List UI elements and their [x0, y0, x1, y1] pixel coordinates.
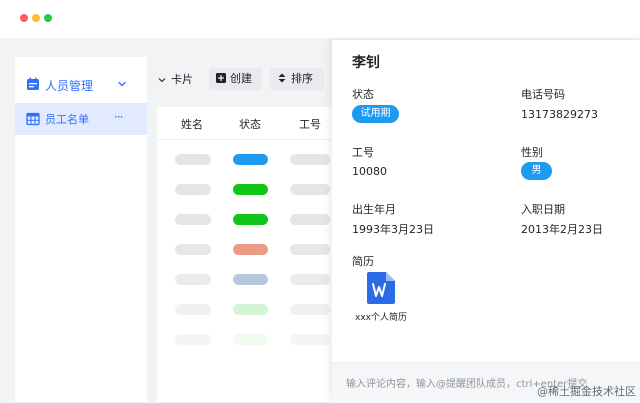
column-header-id[interactable]: 工号 — [299, 116, 321, 132]
table-row[interactable] — [157, 175, 337, 205]
view-switcher-label: 卡片 — [171, 73, 193, 86]
gender-label: 性别 — [521, 146, 543, 159]
sort-button-label: 排序 — [291, 72, 313, 85]
table-row[interactable] — [157, 325, 337, 355]
name-placeholder — [175, 304, 211, 315]
name-placeholder — [175, 244, 211, 255]
more-options-icon[interactable]: ··· — [114, 110, 124, 124]
name-placeholder — [175, 214, 211, 225]
status-pill — [233, 334, 268, 345]
id-placeholder — [290, 274, 330, 285]
sort-button[interactable]: 排序 — [270, 68, 324, 90]
minimize-window-button[interactable] — [32, 14, 40, 22]
id-placeholder — [290, 244, 330, 255]
resume-file-name: xxx个人简历 — [355, 313, 407, 323]
sidebar-group-personnel[interactable]: 人员管理 — [15, 68, 147, 102]
calendar-icon — [27, 77, 39, 90]
employee-id-value: 10080 — [352, 165, 387, 178]
id-placeholder — [290, 184, 330, 195]
table-row[interactable] — [157, 265, 337, 295]
status-pill — [233, 154, 268, 165]
sidebar-item-label: 员工名单 — [45, 113, 89, 126]
plus-square-icon — [216, 73, 226, 83]
sidebar-group-label: 人员管理 — [45, 79, 94, 93]
employee-table: 姓名 状态 工号 — [157, 107, 337, 402]
status-label: 状态 — [352, 88, 374, 101]
resume-attachment[interactable]: xxx个人简历 — [354, 272, 408, 323]
table-row[interactable] — [157, 235, 337, 265]
status-pill — [233, 244, 268, 255]
status-pill — [233, 274, 268, 285]
birth-label: 出生年月 — [352, 203, 396, 216]
column-header-status[interactable]: 状态 — [239, 116, 261, 132]
view-switcher[interactable]: 卡片 — [158, 71, 193, 87]
close-window-button[interactable] — [20, 14, 28, 22]
table-header: 姓名 状态 工号 — [157, 107, 337, 140]
hire-date-label: 入职日期 — [521, 203, 565, 216]
sort-icon — [278, 73, 286, 83]
table-row[interactable] — [157, 205, 337, 235]
create-button-label: 创建 — [230, 72, 252, 85]
status-badge[interactable]: 试用期 — [352, 105, 399, 123]
word-doc-icon — [367, 272, 395, 304]
phone-value: 13173829273 — [521, 108, 598, 121]
table-row[interactable] — [157, 145, 337, 175]
hire-date-value: 2013年2月23日 — [521, 223, 603, 236]
maximize-window-button[interactable] — [44, 14, 52, 22]
create-button[interactable]: 创建 — [209, 68, 262, 90]
sidebar-item-employee-list[interactable]: 员工名单 ··· — [15, 103, 147, 135]
window-titlebar — [0, 0, 640, 38]
table-row[interactable] — [157, 295, 337, 325]
id-placeholder — [290, 334, 330, 345]
status-pill — [233, 304, 268, 315]
birth-value: 1993年3月23日 — [352, 223, 434, 236]
name-placeholder — [175, 184, 211, 195]
gender-badge[interactable]: 男 — [521, 162, 552, 180]
sidebar: 人员管理 员工名单 ··· — [15, 57, 147, 402]
employee-name: 李钊 — [352, 55, 380, 71]
resume-label: 简历 — [352, 255, 374, 268]
status-pill — [233, 214, 268, 225]
chevron-down-icon[interactable] — [116, 78, 128, 90]
name-placeholder — [175, 154, 211, 165]
id-placeholder — [290, 304, 330, 315]
phone-label: 电话号码 — [521, 88, 565, 101]
id-placeholder — [290, 154, 330, 165]
view-toolbar: 卡片 创建 排序 — [150, 68, 340, 90]
id-placeholder — [290, 214, 330, 225]
table-icon — [26, 112, 40, 126]
watermark-text: @稀土掘金技术社区 — [537, 385, 636, 398]
chevron-down-icon — [158, 78, 166, 83]
name-placeholder — [175, 334, 211, 345]
status-pill — [233, 184, 268, 195]
column-header-name[interactable]: 姓名 — [181, 116, 203, 132]
employee-id-label: 工号 — [352, 146, 374, 159]
name-placeholder — [175, 274, 211, 285]
employee-detail-panel: 李钊 状态 试用期 电话号码 13173829273 工号 10080 性别 男… — [332, 40, 640, 403]
